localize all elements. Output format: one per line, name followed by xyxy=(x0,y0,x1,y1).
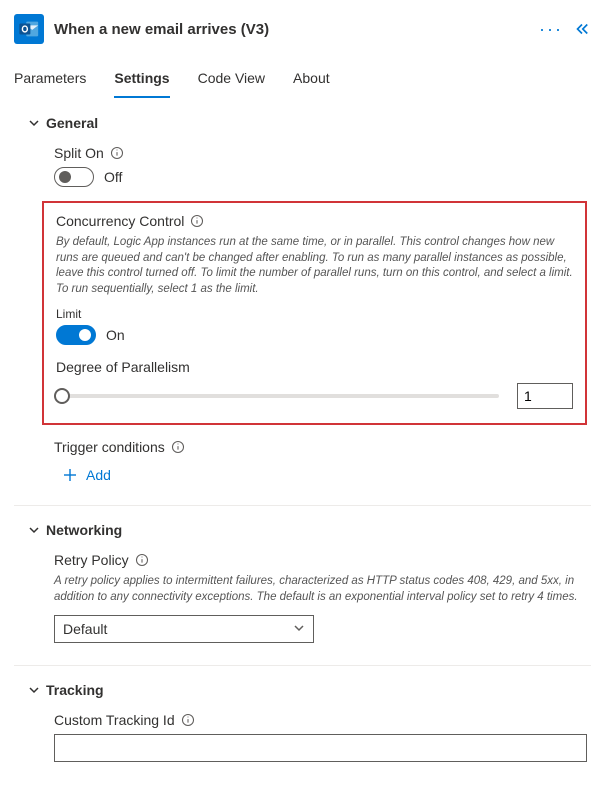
info-icon[interactable] xyxy=(110,146,124,160)
concurrency-description: By default, Logic App instances run at t… xyxy=(56,235,573,297)
concurrency-control-box: Concurrency Control By default, Logic Ap… xyxy=(42,201,587,425)
outlook-icon xyxy=(14,14,44,44)
panel-header: When a new email arrives (V3) ··· xyxy=(14,10,591,54)
section-general: General Split On Off Concurrency xyxy=(14,99,591,506)
field-retry-policy: Retry Policy A retry policy applies to i… xyxy=(54,552,587,643)
split-on-state: Off xyxy=(104,169,122,185)
field-split-on: Split On Off xyxy=(54,145,587,187)
section-tracking-title: Tracking xyxy=(46,682,104,698)
slider-thumb[interactable] xyxy=(54,388,70,404)
info-icon[interactable] xyxy=(171,440,185,454)
trigger-title: When a new email arrives (V3) xyxy=(54,21,529,38)
tab-settings[interactable]: Settings xyxy=(114,64,169,98)
retry-policy-selected: Default xyxy=(63,621,107,637)
info-icon[interactable] xyxy=(190,214,204,228)
tab-about[interactable]: About xyxy=(293,64,330,98)
concurrency-label: Concurrency Control xyxy=(56,213,184,229)
tab-code-view[interactable]: Code View xyxy=(198,64,265,98)
chevron-down-icon xyxy=(28,117,40,129)
section-tracking: Tracking Custom Tracking Id xyxy=(14,666,591,766)
section-networking: Networking Retry Policy A retry policy a… xyxy=(14,506,591,666)
custom-tracking-id-input[interactable] xyxy=(54,734,587,762)
split-on-toggle[interactable] xyxy=(54,167,94,187)
collapse-panel-button[interactable] xyxy=(573,20,591,38)
section-networking-header[interactable]: Networking xyxy=(14,522,591,538)
limit-state: On xyxy=(106,327,125,343)
add-label: Add xyxy=(86,467,111,483)
info-icon[interactable] xyxy=(135,553,149,567)
chevron-down-icon xyxy=(28,524,40,536)
trigger-conditions-label: Trigger conditions xyxy=(54,439,165,455)
limit-toggle[interactable] xyxy=(56,325,96,345)
split-on-label: Split On xyxy=(54,145,104,161)
more-actions-button[interactable]: ··· xyxy=(539,19,563,40)
tab-list: Parameters Settings Code View About xyxy=(14,64,591,99)
dop-label: Degree of Parallelism xyxy=(56,359,573,375)
limit-label: Limit xyxy=(56,307,573,321)
field-custom-tracking-id: Custom Tracking Id xyxy=(54,712,587,762)
section-general-header[interactable]: General xyxy=(14,115,591,131)
retry-policy-select[interactable]: Default xyxy=(54,615,314,643)
retry-policy-description: A retry policy applies to intermittent f… xyxy=(54,574,587,605)
custom-tracking-id-label: Custom Tracking Id xyxy=(54,712,175,728)
chevron-down-icon xyxy=(293,621,305,637)
tab-parameters[interactable]: Parameters xyxy=(14,64,86,98)
section-tracking-header[interactable]: Tracking xyxy=(14,682,591,698)
dop-value-input[interactable] xyxy=(517,383,573,409)
section-general-title: General xyxy=(46,115,98,131)
field-trigger-conditions: Trigger conditions Add xyxy=(54,439,587,483)
chevron-down-icon xyxy=(28,684,40,696)
dop-slider[interactable] xyxy=(56,394,499,398)
retry-policy-label: Retry Policy xyxy=(54,552,129,568)
add-trigger-condition-button[interactable]: Add xyxy=(54,461,587,483)
section-networking-title: Networking xyxy=(46,522,122,538)
info-icon[interactable] xyxy=(181,713,195,727)
